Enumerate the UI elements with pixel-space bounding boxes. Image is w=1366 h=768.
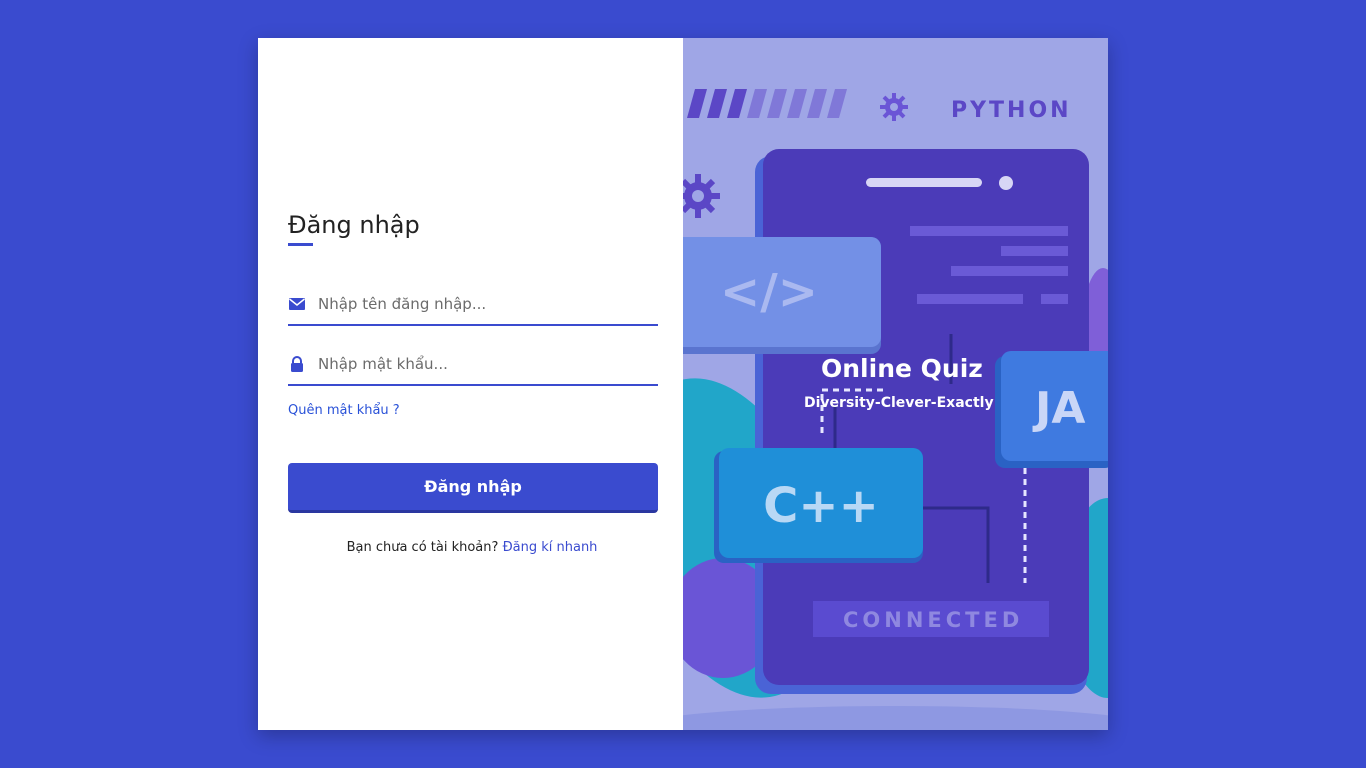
illustration-pane: </> C++ JA PYTHON CONNECTED Online Quiz … bbox=[683, 38, 1108, 730]
login-card: Đăng nhập Quên mật khẩu ? Đăng nhập bbox=[258, 38, 1108, 730]
card-cpp-text: C++ bbox=[763, 478, 879, 534]
username-input[interactable] bbox=[318, 284, 648, 324]
brand-title: Online Quiz bbox=[821, 354, 983, 383]
card-java-text: JA bbox=[1032, 383, 1085, 434]
card-code-text: </> bbox=[720, 264, 818, 320]
forgot-password-link[interactable]: Quên mật khẩu ? bbox=[288, 403, 400, 418]
signup-prompt: Bạn chưa có tài khoản? Đăng kí nhanh bbox=[258, 540, 686, 555]
gear-icon bbox=[880, 93, 908, 121]
title-underline bbox=[288, 243, 313, 246]
password-input[interactable] bbox=[318, 344, 648, 384]
gear-icon bbox=[683, 174, 720, 218]
brand-tagline: Diversity-Clever-Exactly bbox=[804, 395, 994, 411]
username-field bbox=[288, 284, 658, 326]
login-button[interactable]: Đăng nhập bbox=[288, 463, 658, 513]
signup-link[interactable]: Đăng kí nhanh bbox=[503, 540, 598, 555]
login-title: Đăng nhập bbox=[288, 211, 420, 239]
python-badge: PYTHON bbox=[951, 98, 1072, 123]
no-account-text: Bạn chưa có tài khoản? bbox=[346, 540, 499, 555]
password-field bbox=[288, 344, 658, 386]
connected-badge: CONNECTED bbox=[843, 608, 1024, 632]
lock-icon bbox=[288, 355, 306, 373]
login-form-pane: Đăng nhập Quên mật khẩu ? Đăng nhập bbox=[258, 38, 683, 730]
envelope-icon bbox=[288, 295, 306, 313]
